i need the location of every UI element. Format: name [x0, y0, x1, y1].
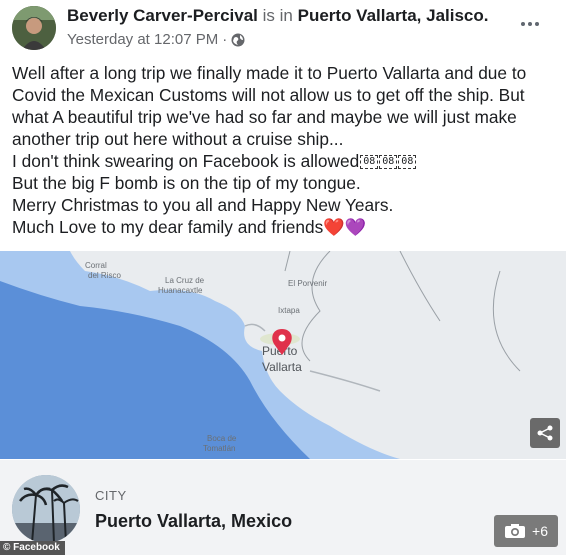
location-map[interactable]: Corral del Risco La Cruz de Huanacaxtle … — [0, 251, 566, 459]
place-card[interactable]: CITY Puerto Vallarta, Mexico — [0, 460, 566, 555]
location-link[interactable]: Puerto Vallarta, Jalisco. — [298, 6, 489, 25]
map-label-boca: Boca de — [207, 434, 237, 443]
camera-icon — [505, 524, 526, 538]
post-body: Well after a long trip we finally made i… — [12, 62, 552, 238]
post-line: Much Love to my dear family and friends❤… — [12, 216, 552, 238]
map-label-cruz-2: Huanacaxtle — [158, 286, 203, 295]
emoji-placeholder: 08 — [379, 155, 398, 170]
map-label-cruz: La Cruz de — [165, 276, 205, 285]
place-type: CITY — [95, 488, 127, 503]
share-icon[interactable] — [530, 418, 560, 448]
map-label-ixtapa: Ixtapa — [278, 306, 300, 315]
more-options-icon[interactable] — [518, 14, 542, 34]
post-line: Covid the Mexican Customs will not allow… — [12, 85, 525, 105]
map-label-city-2: Vallarta — [262, 360, 302, 374]
post-line-text: Much Love to my dear family and friends — [12, 217, 324, 237]
facebook-watermark: © Facebook — [0, 541, 65, 555]
author-avatar[interactable] — [12, 6, 56, 50]
author-name[interactable]: Beverly Carver-Percival — [67, 6, 258, 25]
post-line: But the big F bomb is on the tip of my t… — [12, 173, 361, 193]
separator-dot: · — [222, 31, 228, 48]
map-label-porvenir: El Porvenir — [288, 279, 327, 288]
map-label-boca-2: Tomatlán — [203, 444, 235, 453]
post-header: Beverly Carver-Percival is in Puerto Val… — [0, 0, 566, 58]
red-heart-emoji: ❤️ — [323, 217, 345, 237]
post-line: another trip out here without a cruise s… — [12, 129, 344, 149]
place-name[interactable]: Puerto Vallarta, Mexico — [95, 511, 292, 532]
post-timestamp[interactable]: Yesterday at 12:07 PM — [67, 31, 218, 48]
emoji-placeholder: 08 — [398, 155, 417, 170]
map-label-corral-2: del Risco — [88, 271, 121, 280]
post-line-text: I don't think swearing on Facebook is al… — [12, 151, 360, 171]
photos-button[interactable]: +6 — [494, 515, 558, 547]
post-line: Merry Christmas to you all and Happy New… — [12, 195, 394, 215]
place-photo — [12, 475, 80, 543]
author-line: Beverly Carver-Percival is in Puerto Val… — [67, 6, 489, 26]
photo-count: +6 — [532, 523, 548, 539]
timestamp-line: Yesterday at 12:07 PM · — [67, 31, 245, 48]
post-line: Well after a long trip we finally made i… — [12, 63, 527, 83]
purple-heart-emoji: 💜 — [344, 217, 367, 237]
is-in-text: is in — [262, 6, 293, 25]
emoji-placeholder: 08 — [360, 155, 379, 170]
post-line: what A beautiful trip we've had so far a… — [12, 107, 517, 127]
map-label-corral: Corral — [85, 261, 107, 270]
globe-icon — [231, 33, 245, 47]
post-line: I don't think swearing on Facebook is al… — [12, 150, 552, 172]
